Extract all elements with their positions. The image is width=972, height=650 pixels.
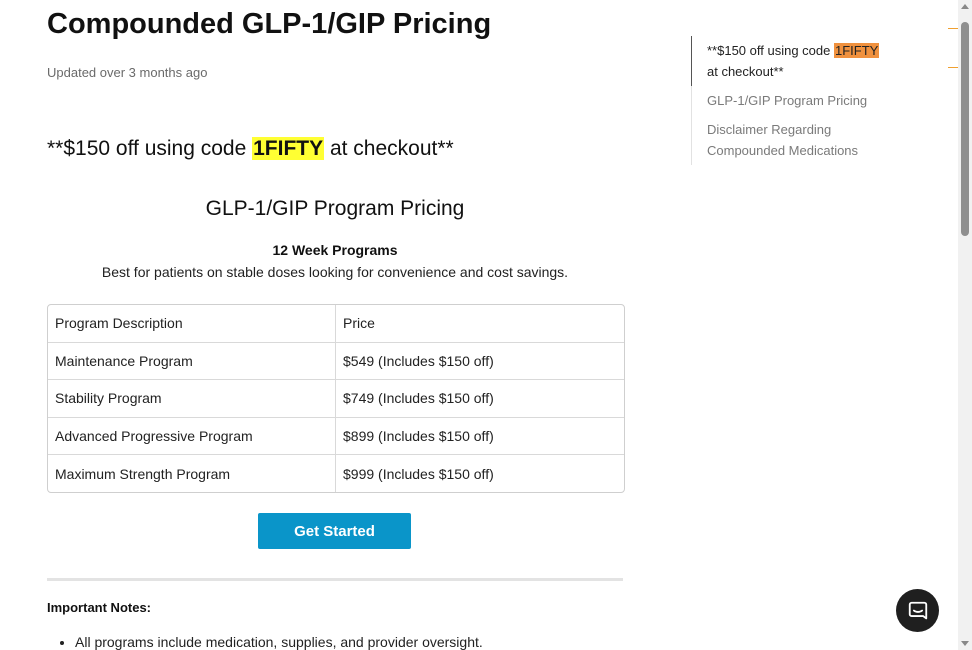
programs-heading: 12 Week Programs — [272, 242, 398, 258]
toc-code-highlight: 1FIFTY — [833, 43, 880, 58]
page-title: Compounded GLP-1/GIP Pricing — [47, 8, 492, 40]
table-cell-program: Maximum Strength Program — [48, 454, 336, 492]
notes-list: All programs include medication, supplie… — [47, 634, 651, 650]
promo-prefix: **$150 off using code — [47, 137, 253, 160]
scrollbar-thumb[interactable] — [961, 22, 969, 236]
table-of-contents: **$150 off using code 1FIFTY at checkout… — [691, 36, 921, 165]
chat-bubble-icon — [908, 601, 927, 619]
updated-timestamp: Updated over 3 months ago — [47, 65, 208, 80]
table-cell-price: $899 (Includes $150 off) — [335, 416, 624, 455]
section-title: GLP-1/GIP Program Pricing — [205, 197, 465, 220]
table-row: Maximum Strength Program $999 (Includes … — [48, 454, 624, 492]
promo-suffix: at checkout** — [324, 137, 454, 160]
table-row: Maintenance Program $549 (Includes $150 … — [48, 341, 624, 380]
toc-item-suffix: at checkout** — [707, 64, 784, 79]
help-article-page: Compounded GLP-1/GIP Pricing Updated ove… — [0, 0, 972, 650]
table-header-row: Program Description Price — [48, 305, 624, 343]
promo-heading: **$150 off using code 1FIFTY at checkout… — [47, 137, 454, 161]
table-header-cell: Program Description — [48, 305, 336, 343]
table-cell-price: $999 (Includes $150 off) — [335, 454, 624, 492]
section-divider — [47, 578, 623, 581]
toc-item-program-pricing[interactable]: GLP-1/GIP Program Pricing — [691, 86, 887, 115]
programs-description: Best for patients on stable doses lookin… — [101, 264, 569, 280]
table-row: Advanced Progressive Program $899 (Inclu… — [48, 416, 624, 455]
chat-launcher-button[interactable] — [896, 589, 939, 632]
list-item: All programs include medication, supplie… — [75, 634, 651, 650]
table-cell-program: Maintenance Program — [48, 341, 336, 380]
page-scrollbar[interactable] — [958, 0, 972, 650]
toc-item-promo[interactable]: **$150 off using code 1FIFTY at checkout… — [691, 36, 887, 86]
pricing-table: Program Description Price Maintenance Pr… — [47, 304, 625, 493]
toc-item-disclaimer[interactable]: Disclaimer Regarding Compounded Medicati… — [691, 115, 887, 165]
table-cell-price: $749 (Includes $150 off) — [335, 379, 624, 418]
table-cell-program: Advanced Progressive Program — [48, 416, 336, 455]
notes-heading: Important Notes: — [47, 600, 151, 615]
toc-item-prefix: **$150 off using code — [707, 43, 834, 58]
promo-code-highlight: 1FIFTY — [252, 137, 325, 160]
get-started-button[interactable]: Get Started — [258, 513, 411, 549]
scroll-up-arrow-icon[interactable] — [961, 4, 969, 9]
table-header-cell: Price — [343, 315, 375, 332]
table-cell-program: Stability Program — [48, 379, 336, 418]
scroll-highlight-marker — [948, 28, 958, 29]
scroll-down-arrow-icon[interactable] — [961, 641, 969, 646]
table-cell-price: $549 (Includes $150 off) — [335, 341, 624, 380]
scroll-highlight-marker — [948, 67, 958, 68]
table-row: Stability Program $749 (Includes $150 of… — [48, 379, 624, 418]
